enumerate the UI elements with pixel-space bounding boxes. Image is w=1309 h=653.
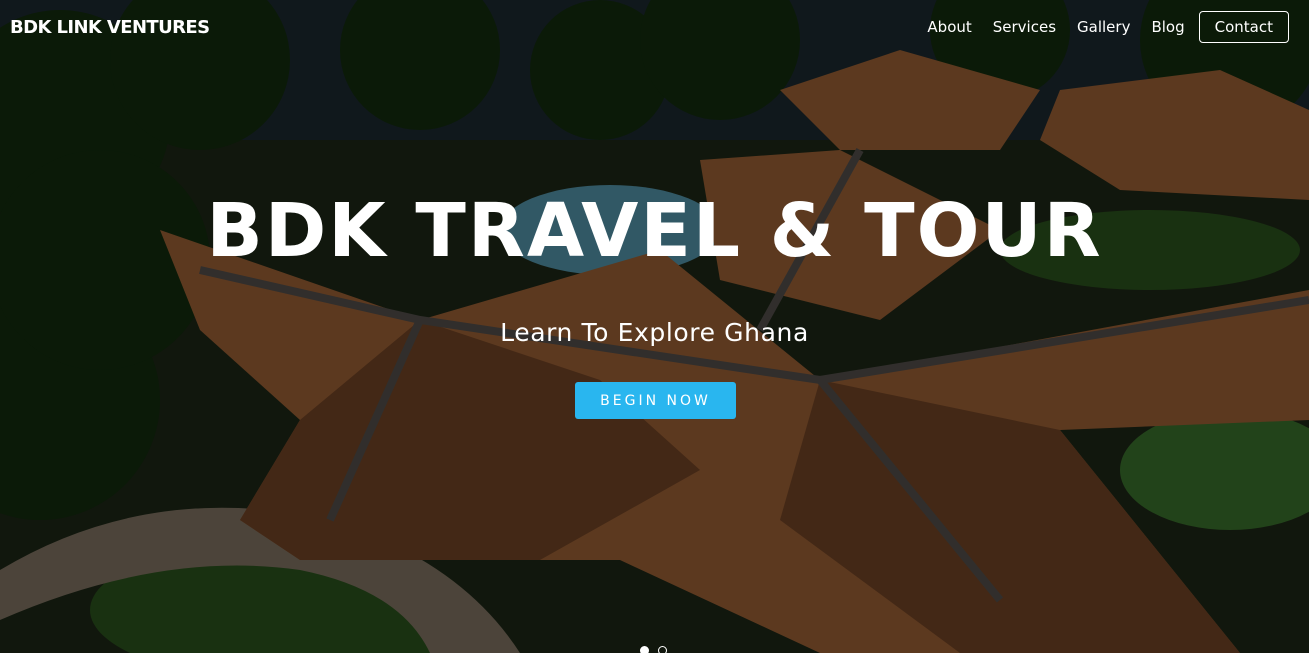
top-navbar: BDK LINK VENTURES About Services Gallery… [0,0,1309,56]
carousel-dot-2[interactable] [658,646,667,653]
nav-item-blog[interactable]: Blog [1151,18,1184,36]
brand-logo[interactable]: BDK LINK VENTURES [10,17,210,38]
contact-button[interactable]: Contact [1198,11,1289,43]
nav-links: About Services Gallery Blog Contact [906,11,1289,43]
hero-title: BDK TRAVEL & TOUR [206,188,1103,274]
hero-section: BDK LINK VENTURES About Services Gallery… [0,0,1309,653]
nav-item-services[interactable]: Services [993,18,1056,36]
carousel-dot-1[interactable] [640,646,649,653]
nav-item-about[interactable]: About [927,18,971,36]
begin-now-button[interactable]: BEGIN NOW [575,382,736,419]
hero-subtitle: Learn To Explore Ghana [500,318,809,347]
carousel-indicators [640,646,676,653]
nav-item-gallery[interactable]: Gallery [1077,18,1130,36]
